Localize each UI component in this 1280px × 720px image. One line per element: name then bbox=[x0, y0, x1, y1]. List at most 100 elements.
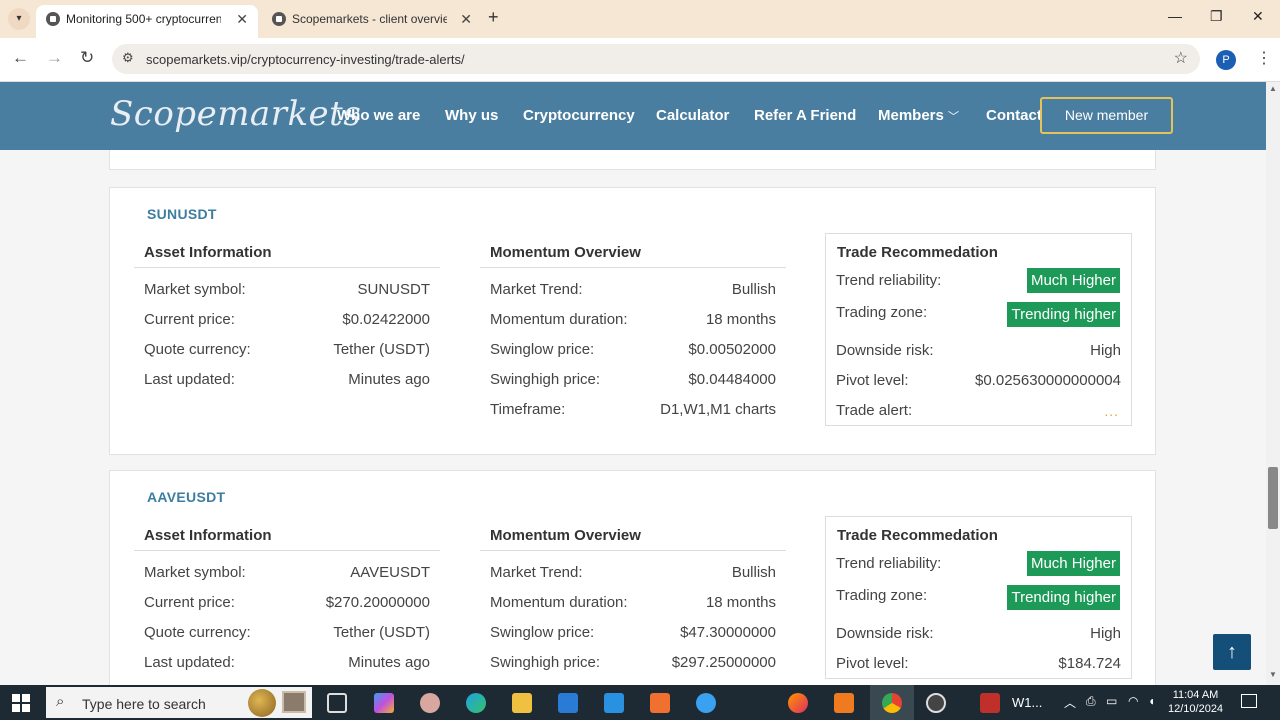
pdf-reader-icon[interactable] bbox=[980, 693, 1000, 713]
market-trend-row: Market Trend: Bullish bbox=[480, 557, 786, 587]
taskbar-search-input[interactable]: ⌕ Type here to search bbox=[46, 687, 312, 718]
app-icon[interactable] bbox=[696, 693, 716, 713]
asset-card-sunusdt: SUNUSDT Asset Information Market symbol:… bbox=[109, 187, 1156, 455]
tab-client-overview[interactable]: Scopemarkets - client overview ✕ bbox=[262, 5, 482, 38]
tab-search-button[interactable]: ▾ bbox=[8, 8, 30, 30]
row-value: $297.25000000 bbox=[671, 654, 776, 671]
row-label: Swinghigh price: bbox=[490, 654, 601, 671]
market-symbol-row: Market symbol: SUNUSDT bbox=[134, 274, 440, 304]
trade-recommendation-heading: Trade Recommedation bbox=[837, 527, 998, 544]
row-value: High bbox=[1090, 625, 1121, 642]
clock-date: 12/10/2024 bbox=[1168, 703, 1224, 715]
row-label: Last updated: bbox=[144, 654, 235, 671]
copilot-icon[interactable] bbox=[374, 693, 394, 713]
forward-icon[interactable]: → bbox=[46, 48, 63, 68]
taskbar-window-label[interactable]: W1... bbox=[1012, 695, 1042, 710]
tab-title: Monitoring 500+ cryptocurrenc bbox=[66, 12, 221, 26]
store-icon[interactable] bbox=[558, 693, 578, 713]
notification-center-icon[interactable] bbox=[1241, 694, 1257, 708]
url-input[interactable]: ⚙ scopemarkets.vip/cryptocurrency-invest… bbox=[112, 44, 1200, 74]
row-value: Bullish bbox=[731, 281, 776, 298]
system-clock[interactable]: 11:04 AM 12/10/2024 bbox=[1168, 688, 1223, 716]
search-highlight-icon bbox=[248, 689, 276, 717]
trend-reliability-row: Trend reliability: Much Higher bbox=[826, 548, 1131, 582]
row-label: Last updated: bbox=[144, 371, 235, 388]
trade-recommendation-panel: Trade Recommedation Trend reliability: Mu… bbox=[825, 233, 1132, 426]
volume-icon[interactable]: ◖ bbox=[1148, 694, 1155, 708]
nav-who-we-are[interactable]: Who we are bbox=[337, 107, 420, 124]
pivot-level-row: Pivot level: $184.724 bbox=[826, 648, 1131, 678]
new-member-button[interactable]: New member bbox=[1040, 97, 1173, 134]
downside-risk-row: Downside risk: High bbox=[826, 335, 1131, 365]
paint-icon[interactable] bbox=[420, 693, 440, 713]
nav-cryptocurrency[interactable]: Cryptocurrency bbox=[523, 107, 635, 124]
chrome-icon[interactable] bbox=[882, 693, 902, 713]
scroll-down-arrow-icon[interactable]: ▼ bbox=[1269, 670, 1277, 679]
nav-why-us[interactable]: Why us bbox=[445, 107, 498, 124]
close-window-icon[interactable]: ✕ bbox=[1252, 8, 1264, 25]
restore-icon[interactable]: ❐ bbox=[1210, 8, 1223, 25]
row-label: Trend reliability: bbox=[836, 272, 942, 289]
row-value: $270.20000000 bbox=[325, 594, 430, 611]
sublime-text-icon[interactable] bbox=[834, 693, 854, 713]
row-value: AAVEUSDT bbox=[350, 564, 430, 581]
scroll-up-arrow-icon[interactable]: ▲ bbox=[1269, 84, 1277, 93]
back-icon[interactable]: ← bbox=[12, 48, 29, 68]
trade-recommendation-panel: Trade Recommedation Trend reliability: Mu… bbox=[825, 516, 1132, 679]
obs-icon[interactable] bbox=[926, 693, 946, 713]
asset-card-aaveusdt: AAVEUSDT Asset Information Market symbol… bbox=[109, 470, 1156, 685]
trade-recommendation-heading: Trade Recommedation bbox=[837, 244, 998, 261]
site-info-icon[interactable]: ⚙ bbox=[122, 50, 134, 66]
task-view-icon[interactable] bbox=[327, 693, 347, 713]
windows-start-icon[interactable] bbox=[12, 694, 30, 712]
quote-currency-row: Quote currency: Tether (USDT) bbox=[134, 334, 440, 364]
trade-alerts-content: SUNUSDT Asset Information Market symbol:… bbox=[0, 150, 1266, 685]
row-label: Trade alert: bbox=[836, 402, 913, 419]
row-label: Market symbol: bbox=[144, 281, 246, 298]
site-logo[interactable]: Scopemarkets bbox=[110, 94, 361, 134]
url-text: scopemarkets.vip/cryptocurrency-investin… bbox=[146, 52, 465, 67]
nav-members[interactable]: Members ﹀ bbox=[878, 107, 959, 124]
downside-risk-row: Downside risk: High bbox=[826, 618, 1131, 648]
minimize-icon[interactable]: — bbox=[1168, 8, 1182, 24]
row-label: Trading zone: bbox=[836, 304, 928, 321]
last-updated-row: Last updated: Minutes ago bbox=[134, 364, 440, 394]
asset-information-panel: Asset Information Market symbol: AAVEUSDT… bbox=[134, 523, 440, 677]
search-placeholder: Type here to search bbox=[82, 696, 206, 712]
momentum-overview-panel: Momentum Overview Market Trend: Bullish M… bbox=[480, 523, 786, 677]
tray-overflow-icon[interactable]: ︿ bbox=[1064, 694, 1076, 711]
xampp-icon[interactable] bbox=[650, 693, 670, 713]
swinghigh-price-row: Swinghigh price: $297.25000000 bbox=[480, 647, 786, 677]
row-value: Minutes ago bbox=[348, 654, 430, 671]
scroll-to-top-button[interactable]: ↑ bbox=[1213, 634, 1251, 670]
market-trend-row: Market Trend: Bullish bbox=[480, 274, 786, 304]
row-value: D1,W1,M1 charts bbox=[660, 401, 776, 418]
edge-icon[interactable] bbox=[466, 693, 486, 713]
browser-menu-icon[interactable]: ⋮ bbox=[1256, 48, 1272, 68]
row-label: Swinglow price: bbox=[490, 624, 595, 641]
nav-contact[interactable]: Contact bbox=[986, 107, 1042, 124]
battery-icon[interactable]: ▭ bbox=[1106, 694, 1117, 708]
page-scrollbar[interactable]: ▲ ▼ bbox=[1266, 82, 1280, 685]
profile-avatar[interactable]: P bbox=[1216, 50, 1236, 70]
tab-close-icon[interactable]: ✕ bbox=[236, 5, 248, 33]
wifi-icon[interactable]: ◠ bbox=[1128, 694, 1138, 708]
scrollbar-thumb[interactable] bbox=[1268, 467, 1278, 529]
momentum-overview-panel: Momentum Overview Market Trend: Bullish M… bbox=[480, 240, 786, 424]
firefox-icon[interactable] bbox=[788, 693, 808, 713]
row-label: Current price: bbox=[144, 311, 235, 328]
reload-icon[interactable]: ↻ bbox=[80, 48, 94, 68]
row-label: Market symbol: bbox=[144, 564, 246, 581]
tab-monitoring[interactable]: Monitoring 500+ cryptocurrenc ✕ bbox=[36, 5, 258, 38]
momentum-duration-row: Momentum duration: 18 months bbox=[480, 587, 786, 617]
nav-calculator[interactable]: Calculator bbox=[656, 107, 729, 124]
swinglow-price-row: Swinglow price: $47.30000000 bbox=[480, 617, 786, 647]
file-explorer-icon[interactable] bbox=[512, 693, 532, 713]
nav-refer-a-friend[interactable]: Refer A Friend bbox=[754, 107, 856, 124]
meet-now-icon[interactable]: ⎙ bbox=[1086, 694, 1096, 709]
new-tab-button[interactable]: + bbox=[488, 7, 499, 28]
tab-close-icon[interactable]: ✕ bbox=[460, 5, 472, 33]
search-icon: ⌕ bbox=[56, 693, 65, 710]
bookmark-star-icon[interactable]: ☆ bbox=[1174, 48, 1188, 68]
mail-icon[interactable] bbox=[604, 693, 624, 713]
